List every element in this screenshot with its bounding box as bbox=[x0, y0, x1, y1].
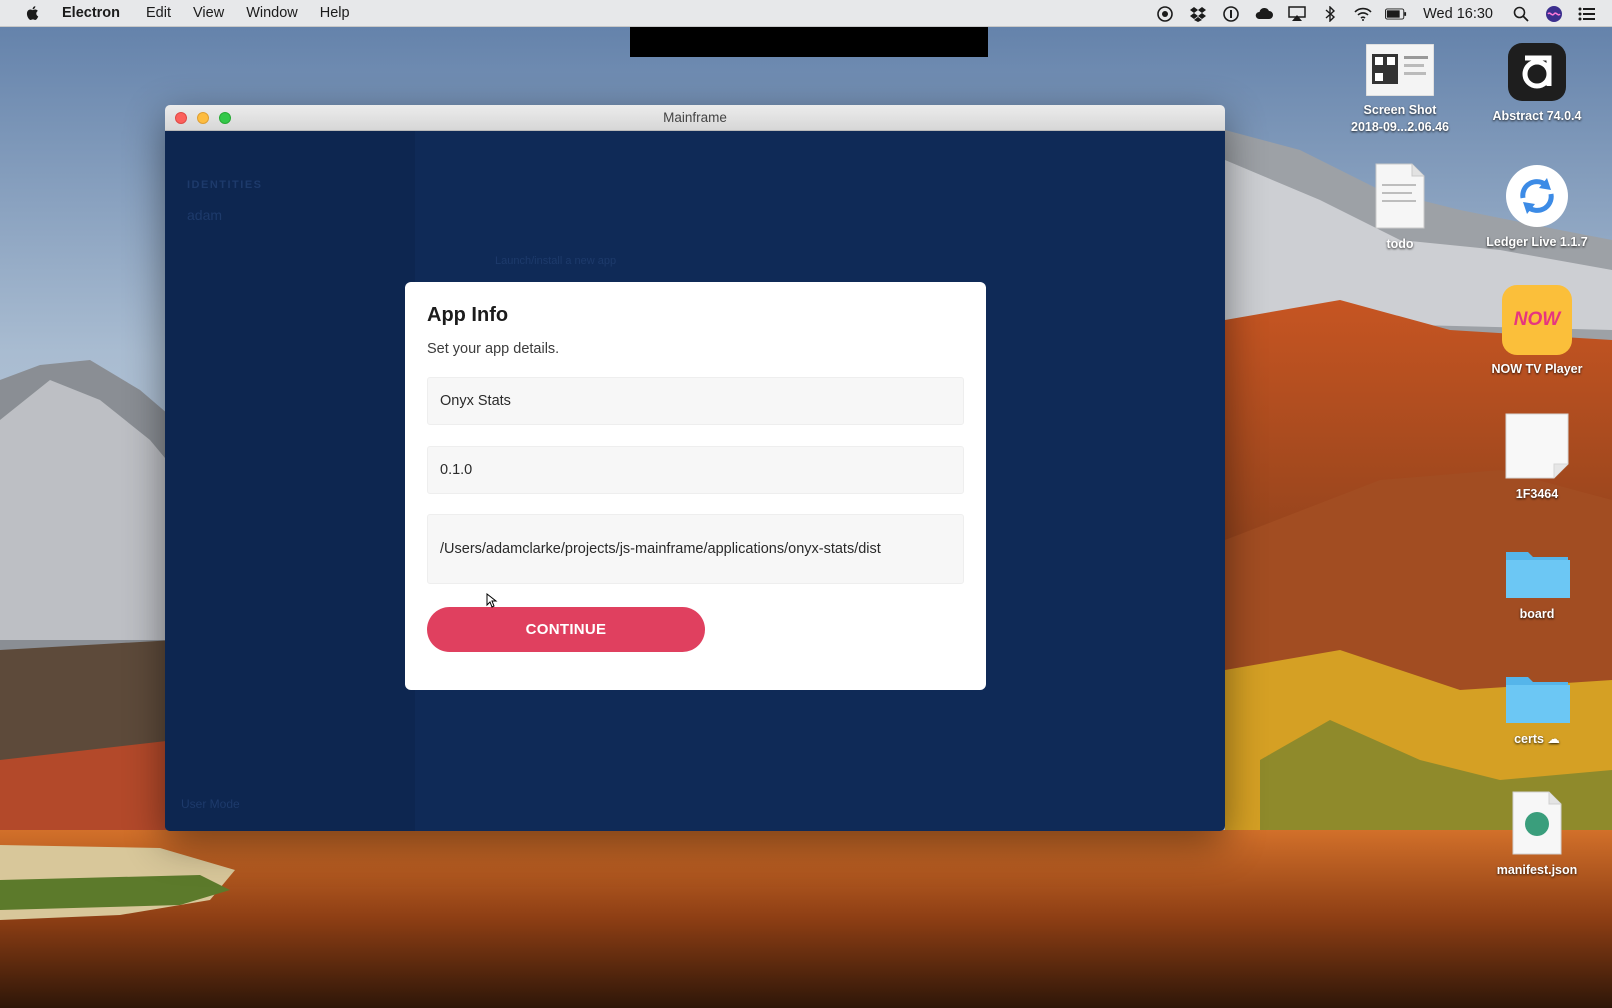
continue-button[interactable]: CONTINUE bbox=[427, 607, 705, 652]
desktop-icon-label: certs ☁ bbox=[1514, 732, 1560, 746]
sidebar-heading: IDENTITIES bbox=[187, 179, 263, 191]
screen-record-icon[interactable] bbox=[1154, 5, 1176, 23]
redaction-bar bbox=[630, 27, 988, 57]
app-body-overlay: IDENTITIES adam Launch/install a new app… bbox=[165, 131, 1225, 831]
desktop-icon-label: NOW TV Player bbox=[1491, 362, 1583, 376]
desktop-icon-board[interactable]: board bbox=[1472, 546, 1602, 623]
battery-icon[interactable] bbox=[1385, 5, 1407, 23]
menu-window[interactable]: Window bbox=[246, 5, 298, 21]
spotlight-search-icon[interactable] bbox=[1510, 5, 1532, 23]
cloud-app-icon[interactable] bbox=[1253, 5, 1275, 23]
window-titlebar[interactable]: Mainframe bbox=[165, 105, 1225, 131]
desktop-icon-todo[interactable]: todo bbox=[1335, 162, 1465, 253]
menu-help[interactable]: Help bbox=[320, 5, 350, 21]
desktop-icon-1f3464[interactable]: 1F3464 bbox=[1472, 412, 1602, 503]
bluetooth-icon[interactable] bbox=[1319, 5, 1341, 23]
1password-icon[interactable] bbox=[1220, 5, 1242, 23]
abstract-app-icon bbox=[1507, 42, 1567, 102]
sidebar-user-item: adam bbox=[187, 207, 223, 223]
close-window-button[interactable] bbox=[175, 112, 187, 124]
dropbox-icon[interactable] bbox=[1187, 5, 1209, 23]
modal-title: App Info bbox=[427, 304, 509, 326]
menu-edit[interactable]: Edit bbox=[146, 5, 171, 21]
apple-logo-icon[interactable] bbox=[24, 4, 42, 22]
app-version-input[interactable]: 0.1.0 bbox=[427, 446, 964, 494]
desktop-icon-ledger-live[interactable]: Ledger Live 1.1.7 bbox=[1472, 164, 1602, 251]
document-icon bbox=[1374, 162, 1426, 230]
screenshot-thumbnail-icon bbox=[1366, 44, 1434, 96]
blank-document-icon bbox=[1504, 412, 1570, 480]
app-name-input[interactable]: Onyx Stats bbox=[427, 377, 964, 425]
desktop-icon-label: board bbox=[1519, 607, 1555, 621]
window-controls bbox=[175, 112, 241, 124]
window-title: Mainframe bbox=[663, 110, 727, 125]
desktop-icon-label: Ledger Live 1.1.7 bbox=[1486, 235, 1588, 249]
mouse-pointer-icon bbox=[486, 593, 498, 608]
desktop-icon-label: Abstract 74.0.4 bbox=[1492, 109, 1582, 123]
menu-app-name[interactable]: Electron bbox=[62, 5, 120, 21]
siri-icon[interactable] bbox=[1543, 5, 1565, 23]
menu-view[interactable]: View bbox=[193, 5, 224, 21]
desktop-icon-screenshot[interactable]: Screen Shot 2018-09...2.06.46 bbox=[1335, 44, 1465, 136]
ledger-live-icon bbox=[1505, 164, 1569, 228]
desktop-icon-label: todo bbox=[1386, 237, 1414, 251]
folder-icon bbox=[1504, 671, 1570, 725]
wifi-icon[interactable] bbox=[1352, 5, 1374, 23]
modal-subtitle: Set your app details. bbox=[427, 341, 560, 357]
desktop-icon-certs[interactable]: certs ☁ bbox=[1472, 671, 1602, 748]
minimize-window-button[interactable] bbox=[197, 112, 209, 124]
desktop-icon-now-tv[interactable]: NOW NOW TV Player bbox=[1472, 285, 1602, 378]
menu-bar-status-area: Wed 16:30 bbox=[1143, 0, 1598, 27]
app-info-modal: App Info Set your app details. Onyx Stat… bbox=[405, 282, 986, 690]
now-tv-badge: NOW bbox=[1502, 285, 1572, 355]
desktop-icon-label: manifest.json bbox=[1496, 863, 1578, 877]
user-mode-label: User Mode bbox=[181, 797, 240, 811]
json-file-icon bbox=[1511, 790, 1563, 856]
app-sidebar bbox=[165, 131, 415, 831]
desktop-icon-label: 1F3464 bbox=[1515, 487, 1559, 501]
background-hint: Launch/install a new app bbox=[495, 255, 617, 267]
desktop-icon-abstract[interactable]: Abstract 74.0.4 bbox=[1472, 42, 1602, 125]
menu-bar: Electron Edit View Window Help Wed 16:30 bbox=[0, 0, 1612, 27]
now-tv-icon: NOW bbox=[1502, 285, 1572, 355]
app-path-input[interactable]: /Users/adamclarke/projects/js-mainframe/… bbox=[427, 514, 964, 584]
airplay-icon[interactable] bbox=[1286, 5, 1308, 23]
desktop-icon-label: Screen Shot 2018-09...2.06.46 bbox=[1351, 103, 1449, 134]
menu-bar-clock[interactable]: Wed 16:30 bbox=[1423, 6, 1493, 22]
notification-center-icon[interactable] bbox=[1576, 5, 1598, 23]
folder-icon bbox=[1504, 546, 1570, 600]
desktop-icon-manifest[interactable]: manifest.json bbox=[1472, 790, 1602, 879]
zoom-window-button[interactable] bbox=[219, 112, 231, 124]
mainframe-window: Mainframe IDENTITIES adam Launch/install… bbox=[165, 105, 1225, 831]
